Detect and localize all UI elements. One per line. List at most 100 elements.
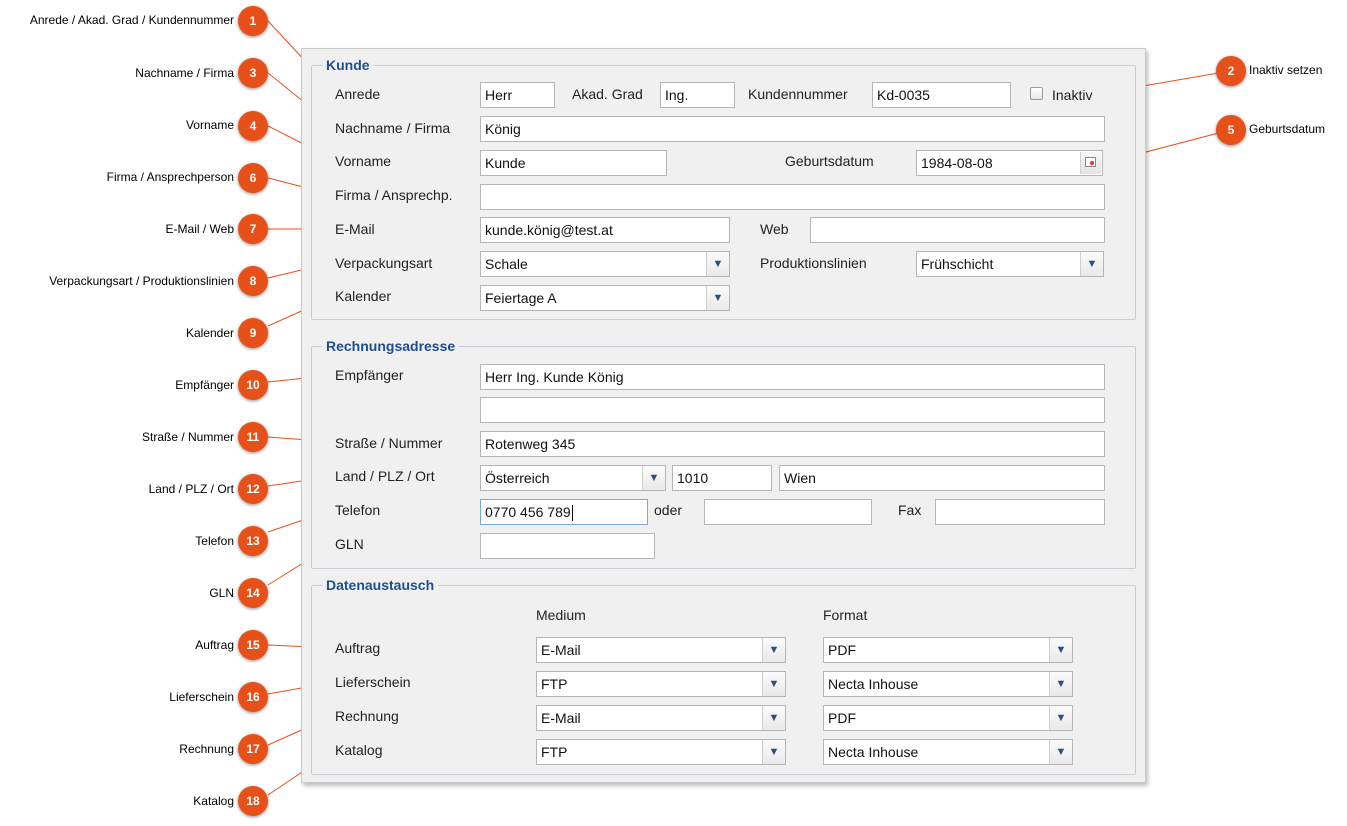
callout-label-4: Vorname (185, 118, 234, 132)
kalender-label: Kalender (335, 288, 392, 304)
email-field[interactable]: kunde.könig@test.at (480, 217, 730, 243)
callout-badge-17: 17 (238, 734, 268, 764)
text-caret (571, 505, 573, 522)
ort-field[interactable]: Wien (779, 465, 1105, 491)
oder-label: oder (654, 502, 683, 518)
telefon-field[interactable]: 0770 456 789 (480, 499, 648, 525)
chevron-down-icon[interactable]: ▼ (762, 740, 785, 764)
chevron-down-icon[interactable]: ▼ (1080, 252, 1103, 276)
geburtsdatum-value: 1984-08-08 (921, 155, 993, 171)
telefon-value: 0770 456 789 (485, 504, 571, 520)
firma-ansprechp-field[interactable] (480, 184, 1105, 210)
chevron-down-icon[interactable]: ▼ (762, 672, 785, 696)
rechnung-medium-select[interactable]: E-Mail ▼ (536, 705, 786, 731)
callout-badge-2: 2 (1216, 56, 1246, 86)
rechnung-format-value: PDF (828, 710, 856, 726)
callout-label-6: Firma / Ansprechperson (106, 170, 234, 184)
callout-label-7: E-Mail / Web (165, 222, 234, 236)
calendar-icon[interactable] (1080, 152, 1101, 174)
produktionslinien-label: Produktionslinien (760, 255, 867, 271)
kundennummer-label: Kundennummer (748, 86, 848, 102)
callout-badge-14: 14 (238, 578, 268, 608)
land-select[interactable]: Österreich ▼ (480, 465, 666, 491)
callout-label-13: Telefon (195, 534, 234, 548)
auftrag-medium-value: E-Mail (541, 642, 581, 658)
produktionslinien-select[interactable]: Frühschicht ▼ (916, 251, 1104, 277)
fax-field[interactable] (935, 499, 1105, 525)
callout-label-12: Land / PLZ / Ort (148, 482, 234, 496)
katalog-format-select[interactable]: Necta Inhouse ▼ (823, 739, 1073, 765)
customer-form-panel: Kunde Anrede Herr Akad. Grad Ing. Kunden… (301, 48, 1146, 783)
callout-badge-5: 5 (1216, 115, 1246, 145)
gln-label: GLN (335, 536, 364, 552)
web-label: Web (760, 221, 789, 237)
callout-label-8: Verpackungsart / Produktionslinien (49, 274, 234, 288)
katalog-format-value: Necta Inhouse (828, 744, 919, 760)
lieferschein-medium-select[interactable]: FTP ▼ (536, 671, 786, 697)
callout-badge-6: 6 (238, 163, 268, 193)
telefon2-field[interactable] (704, 499, 872, 525)
chevron-down-icon[interactable]: ▼ (1049, 740, 1072, 764)
callout-label-3: Nachname / Firma (135, 66, 234, 80)
lieferschein-format-value: Necta Inhouse (828, 676, 919, 692)
lieferschein-format-select[interactable]: Necta Inhouse ▼ (823, 671, 1073, 697)
callout-label-18: Katalog (193, 794, 234, 808)
anrede-field[interactable]: Herr (480, 82, 555, 108)
callout-label-17: Rechnung (179, 742, 234, 756)
callout-badge-9: 9 (238, 318, 268, 348)
medium-header: Medium (536, 607, 586, 623)
rechnung-label: Rechnung (335, 708, 399, 724)
callout-badge-12: 12 (238, 474, 268, 504)
empfaenger-line2-field[interactable] (480, 397, 1105, 423)
vorname-label: Vorname (335, 153, 392, 169)
callout-badge-11: 11 (238, 422, 268, 452)
group-title-datenaustausch: Datenaustausch (322, 577, 439, 593)
callout-label-11: Straße / Nummer (141, 430, 234, 444)
empfaenger-label: Empfänger (335, 367, 404, 383)
group-title-rechnungsadresse: Rechnungsadresse (322, 338, 460, 354)
lieferschein-label: Lieferschein (335, 674, 411, 690)
inaktiv-label: Inaktiv (1052, 87, 1093, 103)
auftrag-medium-select[interactable]: E-Mail ▼ (536, 637, 786, 663)
akad-grad-field[interactable]: Ing. (660, 82, 735, 108)
geburtsdatum-field[interactable]: 1984-08-08 (916, 150, 1103, 176)
callout-label-5: Geburtsdatum (1249, 122, 1326, 136)
verpackungsart-label: Verpackungsart (335, 255, 433, 271)
strasse-field[interactable]: Rotenweg 345 (480, 431, 1105, 457)
plz-field[interactable]: 1010 (672, 465, 772, 491)
email-label: E-Mail (335, 221, 375, 237)
chevron-down-icon[interactable]: ▼ (706, 252, 729, 276)
chevron-down-icon[interactable]: ▼ (1049, 706, 1072, 730)
inaktiv-checkbox[interactable] (1030, 87, 1043, 100)
auftrag-format-select[interactable]: PDF ▼ (823, 637, 1073, 663)
verpackungsart-select[interactable]: Schale ▼ (480, 251, 730, 277)
auftrag-label: Auftrag (335, 640, 381, 656)
gln-field[interactable] (480, 533, 655, 559)
callout-badge-3: 3 (238, 58, 268, 88)
callout-label-15: Auftrag (195, 638, 234, 652)
firma-ansprechp-label: Firma / Ansprechp. (335, 187, 453, 203)
auftrag-format-value: PDF (828, 642, 856, 658)
kalender-select[interactable]: Feiertage A ▼ (480, 285, 730, 311)
chevron-down-icon[interactable]: ▼ (642, 466, 665, 490)
katalog-label: Katalog (335, 742, 383, 758)
nachname-field[interactable]: König (480, 116, 1105, 142)
rechnung-medium-value: E-Mail (541, 710, 581, 726)
rechnung-format-select[interactable]: PDF ▼ (823, 705, 1073, 731)
empfaenger-field[interactable]: Herr Ing. Kunde König (480, 364, 1105, 390)
chevron-down-icon[interactable]: ▼ (706, 286, 729, 310)
chevron-down-icon[interactable]: ▼ (1049, 672, 1072, 696)
web-field[interactable] (810, 217, 1105, 243)
vorname-field[interactable]: Kunde (480, 150, 667, 176)
chevron-down-icon[interactable]: ▼ (762, 638, 785, 662)
chevron-down-icon[interactable]: ▼ (1049, 638, 1072, 662)
chevron-down-icon[interactable]: ▼ (762, 706, 785, 730)
nachname-label: Nachname / Firma (335, 120, 451, 136)
format-header: Format (823, 607, 868, 623)
kundennummer-field[interactable]: Kd-0035 (872, 82, 1011, 108)
produktionslinien-value: Frühschicht (921, 256, 994, 272)
katalog-medium-value: FTP (541, 744, 568, 760)
group-title-kunde: Kunde (322, 57, 374, 73)
callout-label-14: GLN (209, 586, 234, 600)
katalog-medium-select[interactable]: FTP ▼ (536, 739, 786, 765)
